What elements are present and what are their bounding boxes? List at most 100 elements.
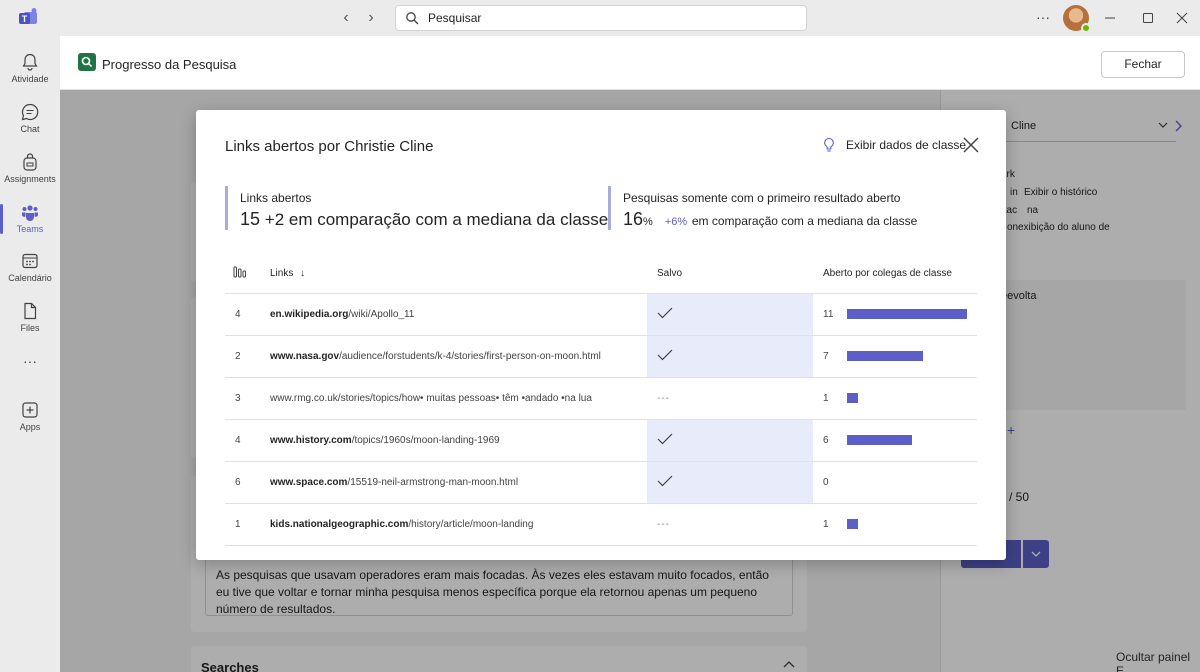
backpack-icon (23, 153, 37, 171)
open-count-cell: 2 (225, 335, 270, 378)
percent-unit: % (643, 216, 653, 228)
rail-item-chat[interactable]: Chat (0, 96, 60, 142)
open-count-cell: 1 (225, 503, 270, 546)
minimize-icon[interactable] (1104, 12, 1116, 24)
maximize-icon[interactable] (1142, 12, 1154, 24)
first-result-comparison: em comparação com a mediana da classe (691, 214, 918, 228)
peer-count: 0 (823, 476, 829, 488)
more-options-icon[interactable]: ··· (1036, 9, 1050, 25)
teams-logo-icon[interactable]: T (18, 7, 40, 29)
more-icon: ··· (23, 353, 37, 369)
first-result-percent: 16 (623, 209, 644, 229)
sort-down-icon: ↓ (300, 268, 306, 280)
count-column-header[interactable] (225, 255, 270, 294)
not-saved-marker: --- (657, 392, 670, 404)
peer-bar-wrap: 1 (823, 393, 977, 404)
link-cell[interactable]: www.rmg.co.uk/stories/topics/how• muitas… (270, 377, 647, 420)
rail-item-teams[interactable]: Teams (0, 196, 60, 242)
calendar-icon (22, 253, 38, 269)
peer-bar (847, 519, 858, 529)
rail-item-assignments[interactable]: Assignments (0, 146, 60, 192)
search-input[interactable]: Pesquisar (395, 5, 807, 31)
table-row: 2 www.nasa.gov/audience/forstudents/k-4/s… (225, 335, 977, 378)
link-path: /audience/forstudents/k-4/stories/first-… (339, 350, 601, 362)
checkmark-icon (657, 475, 673, 486)
close-button[interactable]: Fechar (1101, 51, 1185, 78)
peers-cell: 7 (813, 335, 977, 378)
app-header: Progresso da Pesquisa Fechar (60, 36, 1200, 90)
links-table: Links ↓ Salvo Aberto por colegas de clas… (225, 255, 977, 546)
saved-cell (647, 461, 813, 504)
table-row: 6 www.space.com/15519-neil-armstrong-man-… (225, 461, 977, 504)
rail-item-files[interactable]: Files (0, 295, 60, 341)
avatar[interactable] (1063, 5, 1091, 33)
not-saved-marker: --- (657, 518, 670, 530)
peer-count: 1 (823, 392, 829, 404)
file-icon (24, 302, 37, 320)
open-count-cell: 4 (225, 419, 270, 462)
peer-bar-wrap: 0 (823, 477, 977, 488)
link-cell[interactable]: www.nasa.gov/audience/forstudents/k-4/st… (270, 335, 647, 378)
peer-bar (847, 351, 923, 361)
open-count-cell: 6 (225, 461, 270, 504)
link-domain: www.nasa.gov (270, 350, 340, 362)
close-icon[interactable] (960, 134, 982, 156)
rail-item-more[interactable]: ··· (0, 347, 60, 393)
links-column-header[interactable]: Links ↓ (270, 255, 647, 294)
peer-bar-wrap: 11 (823, 309, 977, 320)
saved-header-label: Salvo (657, 268, 683, 280)
link-path: /wiki/Apollo_11 (348, 308, 415, 320)
bell-icon (22, 53, 38, 71)
saved-column-header[interactable]: Salvo (647, 255, 813, 294)
app-rail: Atividade Chat Assignments Teams Calendá… (0, 36, 60, 672)
chat-icon (21, 103, 39, 121)
teams-icon (22, 205, 38, 221)
rail-item-apps[interactable]: Apps (0, 394, 60, 440)
link-cell[interactable]: en.wikipedia.org/wiki/Apollo_11 (270, 293, 647, 336)
svg-text:T: T (22, 14, 28, 24)
saved-cell (647, 419, 813, 462)
links-opened-stat: Links abertos 15 +2 em comparação com a … (225, 186, 608, 230)
rail-label: Teams (16, 224, 44, 234)
window-close-icon[interactable] (1176, 12, 1188, 24)
saved-cell: --- (647, 503, 813, 546)
link-cell[interactable]: www.space.com/15519-neil-armstrong-man-m… (270, 461, 647, 504)
table-row: 4 en.wikipedia.org/wiki/Apollo_11 11 (225, 293, 977, 336)
hide-panel-button[interactable]: Ocultar painel E (1116, 650, 1200, 672)
rail-item-calendar[interactable]: Calendário (0, 245, 60, 291)
search-progress-app-icon (78, 53, 96, 71)
peer-count: 6 (823, 434, 829, 446)
rail-label: Assignments (4, 174, 56, 184)
link-path: www.rmg.co.uk/stories/topics/how• muitas… (270, 392, 592, 404)
open-count-icon (233, 266, 246, 278)
rail-label: Calendário (8, 273, 52, 283)
link-path: /topics/1960s/moon-landing-1969 (351, 434, 500, 446)
stat-label: Links abertos (240, 191, 312, 205)
saved-cell (647, 335, 813, 378)
title-bar: T ‹ › Pesquisar ··· (0, 0, 1200, 36)
show-class-data-button[interactable]: Exibir dados de classe (822, 137, 966, 153)
link-domain: kids.nationalgeographic.com (270, 518, 409, 530)
rail-item-activity[interactable]: Atividade (0, 46, 60, 92)
back-arrow-icon[interactable]: ‹ (337, 9, 355, 27)
forward-arrow-icon[interactable]: › (362, 9, 380, 27)
add-apps-icon (22, 402, 38, 418)
peers-column-header[interactable]: Aberto por colegas de classe (813, 255, 977, 294)
table-header-row: Links ↓ Salvo Aberto por colegas de clas… (225, 255, 977, 294)
peer-count: 11 (823, 308, 834, 320)
rail-label: Chat (20, 124, 40, 134)
link-cell[interactable]: www.history.com/topics/1960s/moon-landin… (270, 419, 647, 462)
peer-count: 7 (823, 350, 829, 362)
app-title: Progresso da Pesquisa (102, 57, 237, 72)
peer-bar-wrap: 6 (823, 435, 977, 446)
dialog-title: Links abertos por Christie Cline (225, 138, 434, 155)
table-row: 3 www.rmg.co.uk/stories/topics/how• muita… (225, 377, 977, 420)
checkmark-icon (657, 307, 673, 318)
peer-bar-wrap: 1 (823, 519, 977, 530)
lightbulb-icon (824, 137, 834, 152)
link-domain: www.history.com (270, 434, 352, 446)
first-result-stat: Pesquisas somente com o primeiro resulta… (608, 186, 978, 230)
peer-bar-wrap: 7 (823, 351, 977, 362)
link-cell[interactable]: kids.nationalgeographic.com/history/arti… (270, 503, 647, 546)
search-icon (406, 12, 419, 25)
